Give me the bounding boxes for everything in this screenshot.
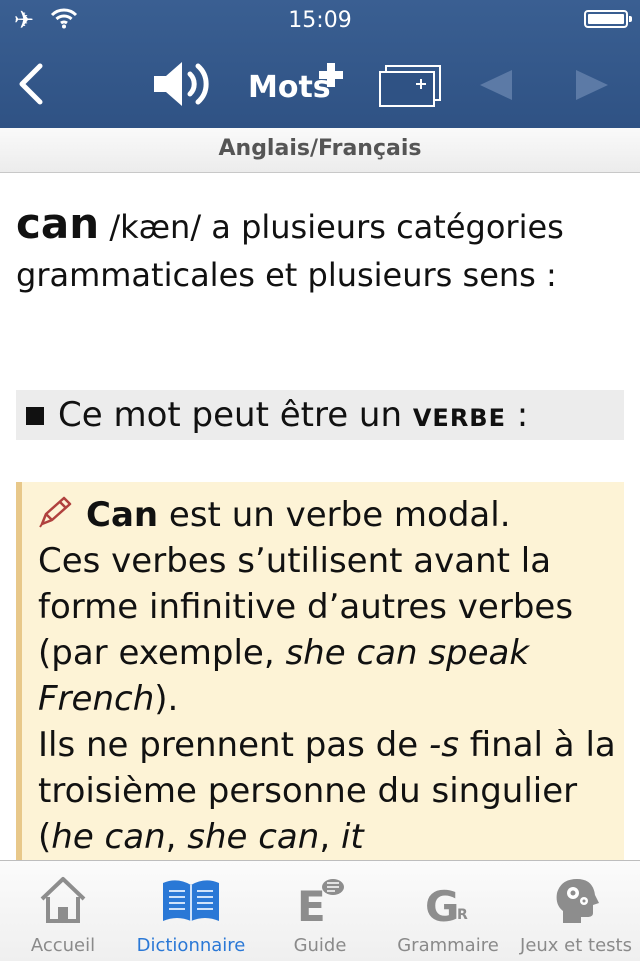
tab-label: Grammaire [397,935,499,956]
previous-arrow-icon[interactable] [478,70,514,100]
bullet-square-icon [26,407,44,425]
next-arrow-icon[interactable] [574,70,610,100]
category-prefix: Ce mot peut être un [58,395,403,435]
brain-gears-icon [556,879,599,923]
status-bar: ✈ 15:09 [0,0,640,40]
svg-text:G: G [425,882,459,925]
note-example-b: she can [187,817,320,857]
note-line1: est un verbe modal. [168,495,511,535]
speaker-icon[interactable] [150,56,214,112]
tab-bar: Accueil Dictionnaire E Guide G R Grammai… [0,860,640,961]
guide-icon: E [297,879,344,925]
tab-accueil[interactable]: Accueil [0,861,126,961]
note-word: Can [86,495,159,535]
svg-text:E: E [297,882,326,925]
battery-icon [584,10,632,28]
grammar-note-text: Can est un verbe modal. Ces verbes s’util… [38,492,618,860]
note-sep2: , [319,817,341,857]
add-card-icon[interactable] [378,64,442,108]
tab-guide[interactable]: E Guide [256,861,384,961]
note-example-a: he can [51,817,166,857]
tab-label: Guide [293,935,347,956]
note-text-c: Ils ne prennent pas de [38,725,429,765]
note-text-b: ). [154,679,179,719]
category-suffix: : [516,395,529,435]
category-bar: Ce mot peut être un VERBE : [16,390,624,440]
grammar-note: Can est un verbe modal. Ces verbes s’util… [16,482,624,860]
entry-word: can [16,199,100,248]
back-icon[interactable] [16,62,46,106]
status-time: 15:09 [288,8,352,33]
entry-intro: can /kæn/ a plusieurs catégories grammat… [16,200,616,299]
dictionary-language-title: Anglais/Français [0,128,640,173]
tab-label: Dictionnaire [136,935,246,956]
top-bar: ✈ 15:09 Mots [0,0,640,128]
note-suffix: -s [428,725,459,765]
tab-grammaire[interactable]: G R Grammaire [384,861,512,961]
entry-phonetic: /kæn/ [109,208,202,246]
tab-label: Accueil [30,935,96,956]
home-icon [40,877,86,923]
entry-intro-text: a plusieurs catégories grammaticales et … [16,208,564,294]
svg-text:R: R [457,907,468,923]
entry-content[interactable]: can /kæn/ a plusieurs catégories grammat… [0,172,640,860]
tab-jeux-et-tests[interactable]: Jeux et tests [512,861,640,961]
navigation-bar: Mots [0,40,640,128]
plus-icon [319,63,343,87]
dictionary-icon [163,880,219,921]
pencil-icon [39,496,72,528]
category-name: VERBE [412,404,506,432]
tab-dictionnaire[interactable]: Dictionnaire [126,861,256,961]
note-sep1: , [165,817,188,857]
tab-label: Jeux et tests [520,935,632,956]
note-example-c: it [340,817,364,857]
grammar-icon: G R [425,882,468,925]
